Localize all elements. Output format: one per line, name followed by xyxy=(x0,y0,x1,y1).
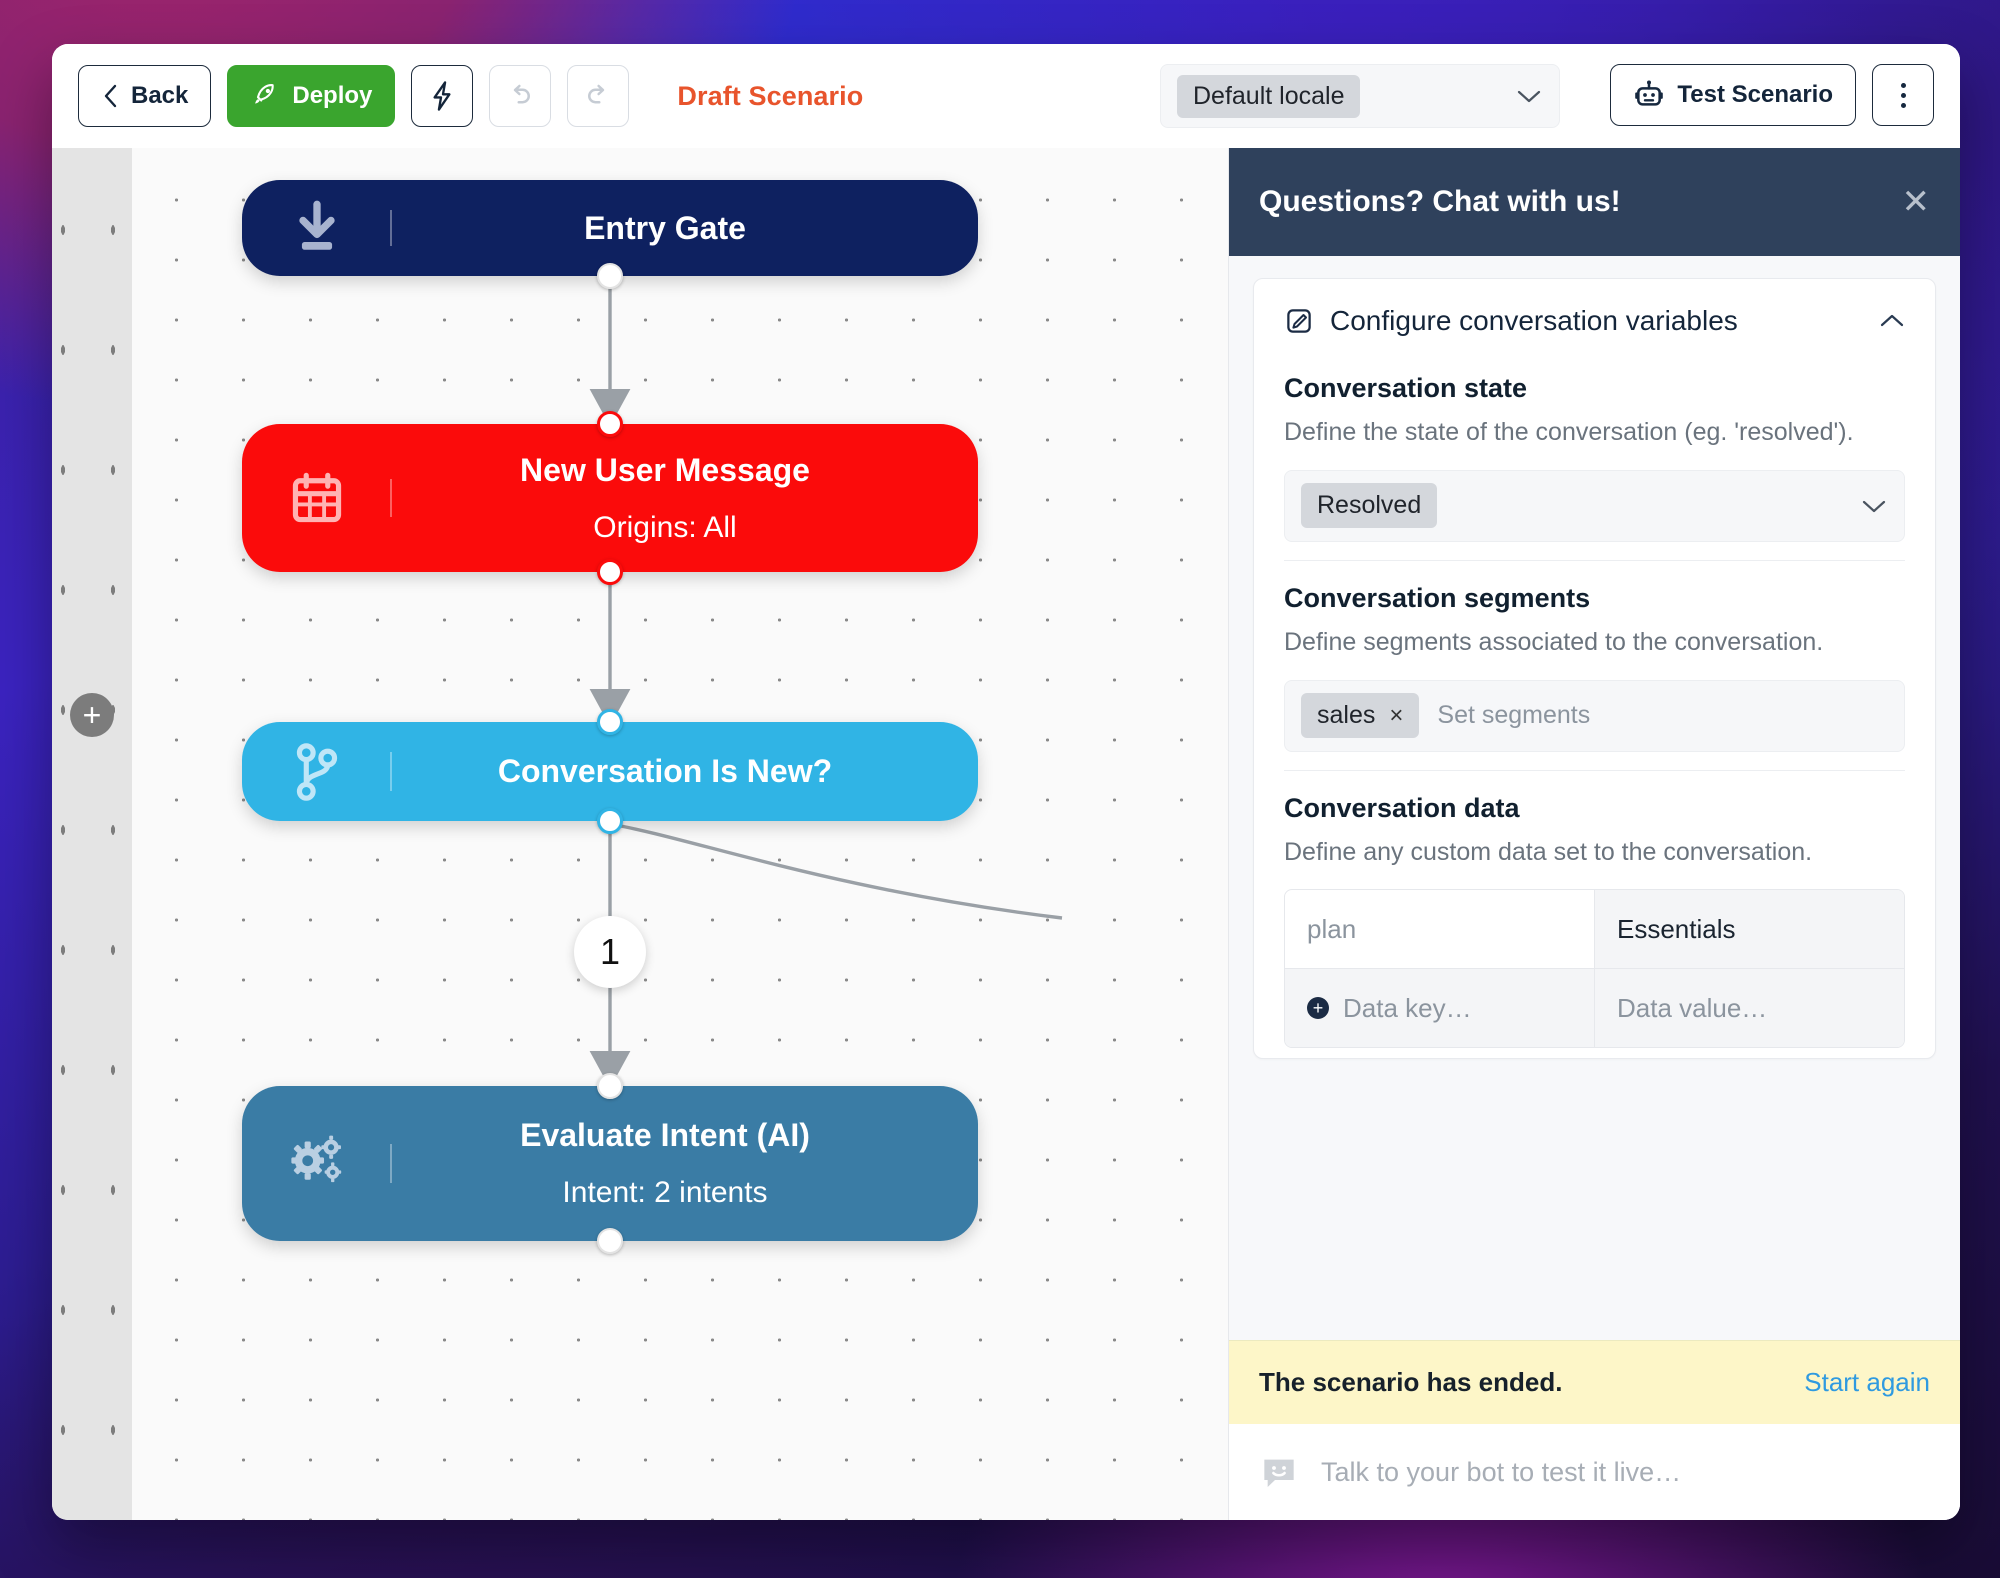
node-port-in-condition[interactable] xyxy=(597,709,623,735)
locale-value: Default locale xyxy=(1177,74,1361,118)
scenario-ended-message: The scenario has ended. xyxy=(1259,1367,1563,1397)
toolbar-right-group: Test Scenario xyxy=(1610,64,1934,126)
chevron-down-icon xyxy=(1517,90,1541,103)
data-value-cell[interactable]: Essentials xyxy=(1594,890,1904,969)
flow-node-evaluate-intent[interactable]: Evaluate Intent (AI) Intent: 2 intents xyxy=(242,1086,978,1241)
app-window: Back Deploy Draft Scenario Default local… xyxy=(52,44,1960,1520)
section-conversation-segments: Conversation segments Define segments as… xyxy=(1284,559,1905,752)
flow-node-title: Conversation Is New? xyxy=(497,753,833,789)
lightning-icon xyxy=(433,81,451,111)
flow-node-conversation-is-new[interactable]: Conversation Is New? xyxy=(242,722,978,821)
test-chat-panel: Questions? Chat with us! ✕ Configure con… xyxy=(1228,148,1960,1520)
add-node-button[interactable]: + xyxy=(70,693,114,737)
conversation-state-select[interactable]: Resolved xyxy=(1284,469,1905,542)
flow-node-title: New User Message xyxy=(520,451,810,488)
conversation-data-table: plan Essentials + Data key… Data value… xyxy=(1284,889,1905,1049)
chat-composer[interactable]: Talk to your bot to test it live… xyxy=(1229,1424,1960,1520)
undo-button[interactable] xyxy=(489,65,552,127)
locale-select[interactable]: Default locale xyxy=(1160,64,1560,128)
data-key-new-placeholder: Data key… xyxy=(1343,992,1472,1023)
flow-node-new-user-message[interactable]: New User Message Origins: All xyxy=(242,424,978,572)
configure-variables-title: Configure conversation variables xyxy=(1330,305,1738,336)
section-description: Define the state of the conversation (eg… xyxy=(1284,418,1854,446)
chat-input-placeholder: Talk to your bot to test it live… xyxy=(1321,1456,1682,1487)
section-conversation-state: Conversation state Define the state of t… xyxy=(1284,351,1905,542)
flow-node-title: Entry Gate xyxy=(584,209,746,246)
data-key-new-cell[interactable]: + Data key… xyxy=(1285,969,1594,1048)
flow-node-new-user-message-text: New User Message Origins: All xyxy=(392,452,978,545)
flow-node-entry-gate[interactable]: Entry Gate xyxy=(242,180,978,276)
chevron-up-icon xyxy=(1880,314,1904,327)
close-icon[interactable]: ✕ xyxy=(1902,185,1931,219)
conversation-state-value: Resolved xyxy=(1301,483,1438,529)
node-port-out-entry[interactable] xyxy=(597,263,623,289)
test-scenario-label: Test Scenario xyxy=(1677,81,1833,108)
section-description: Define segments associated to the conver… xyxy=(1284,627,1824,656)
flow-node-subtitle: Origins: All xyxy=(593,510,737,544)
start-again-link[interactable]: Start again xyxy=(1804,1367,1930,1398)
gears-icon xyxy=(242,1134,392,1194)
segments-placeholder: Set segments xyxy=(1437,701,1591,729)
chevron-down-icon xyxy=(1862,500,1886,512)
flow-edges xyxy=(589,276,1063,1089)
chat-smiley-icon xyxy=(1264,1459,1294,1487)
app-body: + Entry Gate New User Message Origins: A… xyxy=(52,148,1960,1520)
kebab-icon xyxy=(1900,82,1906,108)
more-options-button[interactable] xyxy=(1872,64,1934,126)
chat-panel-scroll[interactable]: Configure conversation variables Convers… xyxy=(1229,256,1960,1340)
chat-panel-header: Questions? Chat with us! ✕ xyxy=(1229,148,1960,256)
section-heading: Conversation data xyxy=(1284,792,1520,823)
back-label: Back xyxy=(131,82,189,109)
undo-icon xyxy=(514,84,531,104)
configure-variables-card: Configure conversation variables Convers… xyxy=(1253,278,1936,1060)
git-branch-icon xyxy=(242,742,392,802)
edge-count-badge[interactable]: 1 xyxy=(574,916,646,988)
page-title: Draft Scenario xyxy=(677,80,864,111)
conversation-segments-input[interactable]: sales × Set segments xyxy=(1284,679,1905,752)
flow-node-subtitle: Intent: 2 intents xyxy=(562,1176,768,1209)
deploy-label: Deploy xyxy=(292,82,373,109)
redo-icon xyxy=(588,84,605,104)
flow-node-evaluate-intent-text: Evaluate Intent (AI) Intent: 2 intents xyxy=(392,1117,978,1210)
section-heading: Conversation segments xyxy=(1284,582,1591,613)
remove-tag-icon[interactable]: × xyxy=(1389,702,1403,730)
table-row[interactable]: + Data key… Data value… xyxy=(1285,968,1904,1048)
data-value-new-cell[interactable]: Data value… xyxy=(1594,969,1904,1048)
edit-note-icon xyxy=(1287,309,1311,333)
chat-panel-title: Questions? Chat with us! xyxy=(1259,185,1621,218)
download-icon xyxy=(242,200,392,256)
node-port-out-ai[interactable] xyxy=(597,1228,623,1254)
redo-button[interactable] xyxy=(567,65,630,127)
rocket-icon xyxy=(255,84,275,104)
configure-variables-header[interactable]: Configure conversation variables xyxy=(1284,305,1905,351)
back-button[interactable]: Back xyxy=(78,65,212,127)
flow-canvas-inner: Entry Gate New User Message Origins: All… xyxy=(132,148,1228,1520)
deploy-button[interactable]: Deploy xyxy=(227,65,396,127)
section-description: Define any custom data set to the conver… xyxy=(1284,837,1813,866)
add-row-icon[interactable]: + xyxy=(1307,997,1329,1020)
data-key-cell[interactable]: plan xyxy=(1285,890,1594,968)
segment-tag-sales: sales × xyxy=(1301,693,1420,738)
node-port-out-condition[interactable] xyxy=(597,808,623,834)
chevron-left-icon xyxy=(104,84,117,108)
flow-canvas[interactable]: Entry Gate New User Message Origins: All… xyxy=(132,148,1228,1520)
calendar-icon xyxy=(242,469,392,527)
section-conversation-data: Conversation data Define any custom data… xyxy=(1284,769,1905,1049)
node-port-in-message[interactable] xyxy=(597,411,623,437)
quick-actions-button[interactable] xyxy=(411,65,474,127)
node-port-out-message[interactable] xyxy=(597,559,623,585)
node-port-in-ai[interactable] xyxy=(597,1073,623,1099)
test-scenario-button[interactable]: Test Scenario xyxy=(1610,64,1856,126)
flow-node-entry-gate-text: Entry Gate xyxy=(392,210,978,247)
robot-icon xyxy=(1635,80,1664,106)
flow-node-title: Evaluate Intent (AI) xyxy=(520,1117,810,1153)
table-row[interactable]: plan Essentials xyxy=(1285,890,1904,969)
flow-node-conversation-is-new-text: Conversation Is New? xyxy=(392,753,978,790)
scenario-ended-banner: The scenario has ended. Start again xyxy=(1229,1340,1960,1424)
toolbar: Back Deploy Draft Scenario Default local… xyxy=(52,44,1960,148)
section-heading: Conversation state xyxy=(1284,373,1528,403)
segment-tag-label: sales xyxy=(1317,701,1376,729)
canvas-left-rail: + xyxy=(52,148,132,1520)
